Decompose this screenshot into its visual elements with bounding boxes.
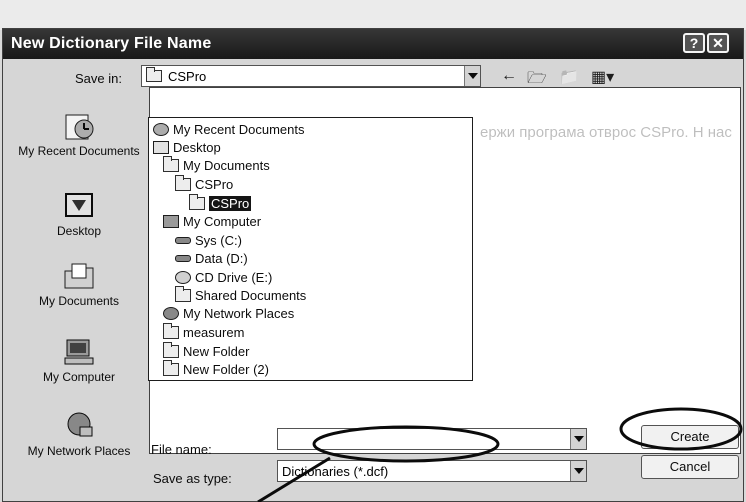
- annotation-pointer-line: [257, 456, 331, 502]
- annotation-overlay: [257, 407, 743, 502]
- annotation-ellipse-file-name: [312, 425, 500, 463]
- annotation-ellipse-create: [619, 407, 743, 451]
